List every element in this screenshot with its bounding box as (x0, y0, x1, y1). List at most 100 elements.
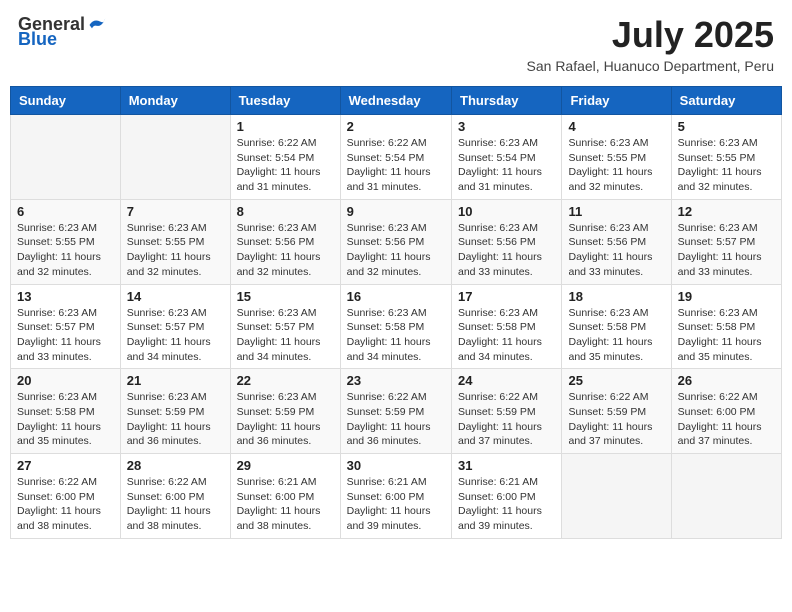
sunrise-text: Sunrise: 6:22 AM (568, 391, 648, 403)
daylight-text: Daylight: 11 hours and 34 minutes. (458, 336, 542, 363)
day-info: Sunrise: 6:21 AM Sunset: 6:00 PM Dayligh… (458, 475, 555, 534)
day-cell: 26 Sunrise: 6:22 AM Sunset: 6:00 PM Dayl… (671, 369, 781, 454)
day-info: Sunrise: 6:23 AM Sunset: 5:58 PM Dayligh… (458, 306, 555, 365)
day-cell: 29 Sunrise: 6:21 AM Sunset: 6:00 PM Dayl… (230, 454, 340, 539)
daylight-text: Daylight: 11 hours and 35 minutes. (17, 421, 101, 448)
logo-icon (87, 15, 107, 35)
sunset-text: Sunset: 5:57 PM (127, 321, 205, 333)
day-number: 11 (568, 204, 664, 219)
column-header-wednesday: Wednesday (340, 87, 451, 115)
daylight-text: Daylight: 11 hours and 34 minutes. (237, 336, 321, 363)
day-number: 28 (127, 458, 224, 473)
day-cell: 16 Sunrise: 6:23 AM Sunset: 5:58 PM Dayl… (340, 284, 451, 369)
day-info: Sunrise: 6:21 AM Sunset: 6:00 PM Dayligh… (237, 475, 334, 534)
daylight-text: Daylight: 11 hours and 35 minutes. (678, 336, 762, 363)
daylight-text: Daylight: 11 hours and 32 minutes. (347, 251, 431, 278)
sunrise-text: Sunrise: 6:23 AM (127, 222, 207, 234)
sunrise-text: Sunrise: 6:23 AM (678, 222, 758, 234)
sunset-text: Sunset: 5:54 PM (458, 152, 536, 164)
daylight-text: Daylight: 11 hours and 37 minutes. (458, 421, 542, 448)
week-row: 20 Sunrise: 6:23 AM Sunset: 5:58 PM Dayl… (11, 369, 782, 454)
calendar: SundayMondayTuesdayWednesdayThursdayFrid… (10, 86, 782, 539)
sunset-text: Sunset: 5:57 PM (678, 236, 756, 248)
day-info: Sunrise: 6:23 AM Sunset: 5:57 PM Dayligh… (127, 306, 224, 365)
column-header-tuesday: Tuesday (230, 87, 340, 115)
sunrise-text: Sunrise: 6:23 AM (678, 137, 758, 149)
daylight-text: Daylight: 11 hours and 33 minutes. (568, 251, 652, 278)
day-info: Sunrise: 6:22 AM Sunset: 5:54 PM Dayligh… (237, 136, 334, 195)
day-cell: 8 Sunrise: 6:23 AM Sunset: 5:56 PM Dayli… (230, 199, 340, 284)
day-cell: 6 Sunrise: 6:23 AM Sunset: 5:55 PM Dayli… (11, 199, 121, 284)
day-info: Sunrise: 6:23 AM Sunset: 5:55 PM Dayligh… (17, 221, 114, 280)
day-number: 26 (678, 373, 775, 388)
day-info: Sunrise: 6:22 AM Sunset: 6:00 PM Dayligh… (17, 475, 114, 534)
daylight-text: Daylight: 11 hours and 38 minutes. (17, 505, 101, 532)
week-row: 27 Sunrise: 6:22 AM Sunset: 6:00 PM Dayl… (11, 454, 782, 539)
sunrise-text: Sunrise: 6:22 AM (127, 476, 207, 488)
day-info: Sunrise: 6:23 AM Sunset: 5:55 PM Dayligh… (568, 136, 664, 195)
sunset-text: Sunset: 5:55 PM (17, 236, 95, 248)
day-info: Sunrise: 6:23 AM Sunset: 5:59 PM Dayligh… (127, 390, 224, 449)
sunrise-text: Sunrise: 6:23 AM (347, 307, 427, 319)
day-cell (562, 454, 671, 539)
sunset-text: Sunset: 5:58 PM (17, 406, 95, 418)
day-cell: 17 Sunrise: 6:23 AM Sunset: 5:58 PM Dayl… (452, 284, 562, 369)
daylight-text: Daylight: 11 hours and 32 minutes. (568, 166, 652, 193)
day-info: Sunrise: 6:23 AM Sunset: 5:56 PM Dayligh… (568, 221, 664, 280)
daylight-text: Daylight: 11 hours and 32 minutes. (17, 251, 101, 278)
sunset-text: Sunset: 5:57 PM (237, 321, 315, 333)
day-number: 22 (237, 373, 334, 388)
title-area: July 2025 San Rafael, Huanuco Department… (527, 14, 774, 74)
sunset-text: Sunset: 5:55 PM (568, 152, 646, 164)
day-number: 8 (237, 204, 334, 219)
day-number: 29 (237, 458, 334, 473)
day-cell: 2 Sunrise: 6:22 AM Sunset: 5:54 PM Dayli… (340, 115, 451, 200)
sunrise-text: Sunrise: 6:23 AM (458, 137, 538, 149)
day-cell: 7 Sunrise: 6:23 AM Sunset: 5:55 PM Dayli… (120, 199, 230, 284)
day-info: Sunrise: 6:23 AM Sunset: 5:55 PM Dayligh… (678, 136, 775, 195)
sunrise-text: Sunrise: 6:21 AM (458, 476, 538, 488)
day-number: 3 (458, 119, 555, 134)
day-number: 27 (17, 458, 114, 473)
day-cell: 9 Sunrise: 6:23 AM Sunset: 5:56 PM Dayli… (340, 199, 451, 284)
daylight-text: Daylight: 11 hours and 31 minutes. (458, 166, 542, 193)
daylight-text: Daylight: 11 hours and 34 minutes. (347, 336, 431, 363)
day-cell: 30 Sunrise: 6:21 AM Sunset: 6:00 PM Dayl… (340, 454, 451, 539)
month-title: July 2025 (527, 14, 774, 56)
day-info: Sunrise: 6:23 AM Sunset: 5:55 PM Dayligh… (127, 221, 224, 280)
day-number: 16 (347, 289, 445, 304)
day-cell: 10 Sunrise: 6:23 AM Sunset: 5:56 PM Dayl… (452, 199, 562, 284)
sunrise-text: Sunrise: 6:21 AM (237, 476, 317, 488)
day-cell: 3 Sunrise: 6:23 AM Sunset: 5:54 PM Dayli… (452, 115, 562, 200)
sunrise-text: Sunrise: 6:23 AM (458, 307, 538, 319)
sunrise-text: Sunrise: 6:23 AM (678, 307, 758, 319)
day-number: 21 (127, 373, 224, 388)
day-info: Sunrise: 6:22 AM Sunset: 5:59 PM Dayligh… (347, 390, 445, 449)
day-cell: 12 Sunrise: 6:23 AM Sunset: 5:57 PM Dayl… (671, 199, 781, 284)
day-number: 6 (17, 204, 114, 219)
column-header-saturday: Saturday (671, 87, 781, 115)
day-number: 9 (347, 204, 445, 219)
daylight-text: Daylight: 11 hours and 38 minutes. (237, 505, 321, 532)
day-info: Sunrise: 6:23 AM Sunset: 5:54 PM Dayligh… (458, 136, 555, 195)
day-cell: 20 Sunrise: 6:23 AM Sunset: 5:58 PM Dayl… (11, 369, 121, 454)
day-cell: 28 Sunrise: 6:22 AM Sunset: 6:00 PM Dayl… (120, 454, 230, 539)
sunset-text: Sunset: 5:57 PM (17, 321, 95, 333)
day-number: 12 (678, 204, 775, 219)
daylight-text: Daylight: 11 hours and 36 minutes. (237, 421, 321, 448)
sunrise-text: Sunrise: 6:23 AM (347, 222, 427, 234)
day-number: 4 (568, 119, 664, 134)
day-cell: 21 Sunrise: 6:23 AM Sunset: 5:59 PM Dayl… (120, 369, 230, 454)
day-number: 24 (458, 373, 555, 388)
sunset-text: Sunset: 5:55 PM (127, 236, 205, 248)
column-header-thursday: Thursday (452, 87, 562, 115)
sunset-text: Sunset: 5:56 PM (347, 236, 425, 248)
sunrise-text: Sunrise: 6:23 AM (568, 307, 648, 319)
sunset-text: Sunset: 5:59 PM (458, 406, 536, 418)
day-number: 5 (678, 119, 775, 134)
day-cell: 19 Sunrise: 6:23 AM Sunset: 5:58 PM Dayl… (671, 284, 781, 369)
logo: General Blue (18, 14, 107, 50)
sunrise-text: Sunrise: 6:23 AM (127, 391, 207, 403)
daylight-text: Daylight: 11 hours and 39 minutes. (458, 505, 542, 532)
sunrise-text: Sunrise: 6:23 AM (17, 222, 97, 234)
